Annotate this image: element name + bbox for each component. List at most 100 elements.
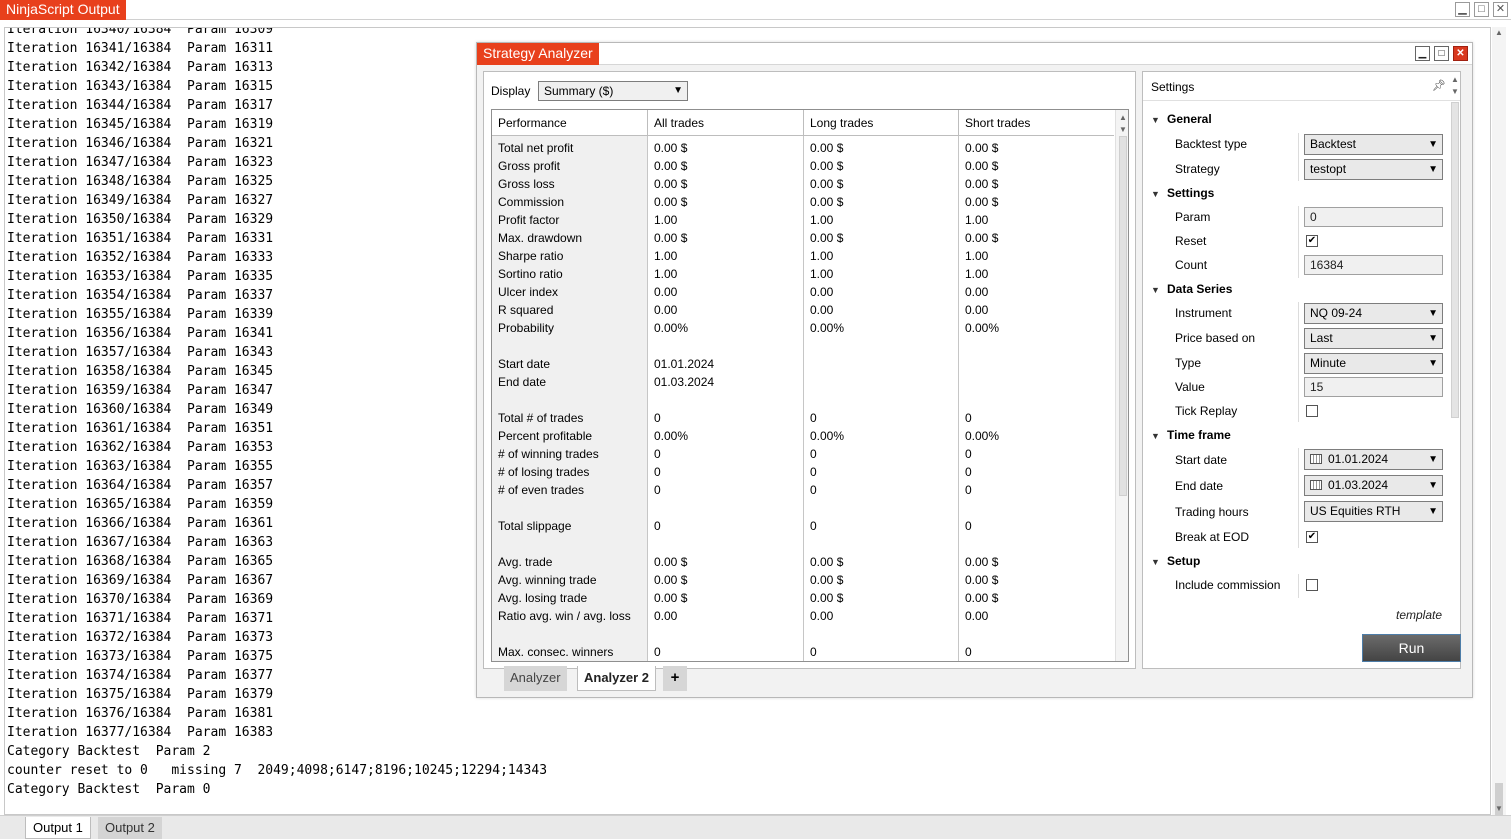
sa-minimize-button[interactable]: ▁ xyxy=(1415,46,1430,61)
long-trades-value: 0.00 xyxy=(810,285,834,299)
section-setup-label: Setup xyxy=(1167,554,1201,568)
section-data-series[interactable]: ▼ Data Series xyxy=(1151,279,1232,299)
property-divider xyxy=(1298,206,1299,278)
table-row[interactable]: Avg. winning trade 0.00 $ 0.00 $ 0.00 $ xyxy=(492,571,1114,589)
table-row[interactable]: R squared 0.00 0.00 0.00 xyxy=(492,301,1114,319)
scroll-up-icon[interactable]: ▲ xyxy=(1492,27,1506,39)
performance-scroll-thumb[interactable] xyxy=(1119,136,1127,496)
strategy-analyzer-titlebar[interactable]: Strategy Analyzer ▁ □ ✕ xyxy=(477,43,1472,65)
instrument-label: Instrument xyxy=(1175,306,1232,320)
section-time-frame[interactable]: ▼ Time frame xyxy=(1151,425,1231,445)
output-scrollbar[interactable]: ▲ ▼ xyxy=(1492,27,1506,819)
main-titlebar[interactable]: NinjaScript Output ▁ □ ✕ xyxy=(0,0,1511,20)
scroll-down-icon[interactable]: ▼ xyxy=(1492,803,1506,815)
pin-icon[interactable]: 📌︎ xyxy=(1432,79,1446,92)
settings-scrollbar[interactable]: ▲ ▼ xyxy=(1448,72,1462,627)
column-header-performance[interactable]: Performance xyxy=(492,110,648,136)
table-row[interactable] xyxy=(492,337,1114,355)
table-row[interactable]: Ulcer index 0.00 0.00 0.00 xyxy=(492,283,1114,301)
scroll-up-icon[interactable]: ▲ xyxy=(1448,74,1462,86)
table-row[interactable] xyxy=(492,625,1114,643)
display-select-value: Summary ($) xyxy=(544,84,614,98)
row-label: Sharpe ratio xyxy=(498,249,564,263)
table-row[interactable]: Commission 0.00 $ 0.00 $ 0.00 $ xyxy=(492,193,1114,211)
table-row[interactable]: Gross profit 0.00 $ 0.00 $ 0.00 $ xyxy=(492,157,1114,175)
backtest-type-select[interactable]: Backtest ▼ xyxy=(1304,134,1443,155)
count-input[interactable]: 16384 xyxy=(1304,255,1443,275)
performance-table: Performance All trades Long trades Short… xyxy=(491,109,1129,662)
table-row[interactable]: Ratio avg. win / avg. loss 0.00 0.00 0.00 xyxy=(492,607,1114,625)
minimize-button[interactable]: ▁ xyxy=(1455,2,1470,17)
output-line: Iteration 16376/16384 Param 16381 xyxy=(7,706,274,721)
close-button[interactable]: ✕ xyxy=(1493,2,1508,17)
trading-hours-select[interactable]: US Equities RTH ▼ xyxy=(1304,501,1443,522)
reset-checkbox[interactable]: ✔ xyxy=(1306,235,1318,247)
table-row[interactable] xyxy=(492,535,1114,553)
table-row[interactable]: Avg. trade 0.00 $ 0.00 $ 0.00 $ xyxy=(492,553,1114,571)
collapse-triangle-icon: ▼ xyxy=(1151,557,1160,567)
column-header-all-trades[interactable]: All trades xyxy=(648,110,804,136)
table-row[interactable]: Probability 0.00% 0.00% 0.00% xyxy=(492,319,1114,337)
section-setup[interactable]: ▼ Setup xyxy=(1151,551,1200,571)
type-select[interactable]: Minute ▼ xyxy=(1304,353,1443,374)
tick-replay-checkbox[interactable] xyxy=(1306,405,1318,417)
short-trades-value: 0.00% xyxy=(965,321,1000,335)
scroll-down-icon[interactable]: ▼ xyxy=(1448,86,1462,98)
table-row[interactable]: # of losing trades 0 0 0 xyxy=(492,463,1114,481)
table-row[interactable]: Start date 01.01.2024 xyxy=(492,355,1114,373)
table-row[interactable]: Sharpe ratio 1.00 1.00 1.00 xyxy=(492,247,1114,265)
column-header-long-trades[interactable]: Long trades xyxy=(804,110,959,136)
table-row[interactable]: Total slippage 0 0 0 xyxy=(492,517,1114,535)
maximize-button[interactable]: □ xyxy=(1474,2,1489,17)
table-row[interactable]: # of even trades 0 0 0 xyxy=(492,481,1114,499)
section-general[interactable]: ▼ General xyxy=(1151,109,1212,129)
display-select[interactable]: Summary ($) ▼ xyxy=(538,81,688,101)
strategy-select[interactable]: testopt ▼ xyxy=(1304,159,1443,180)
table-row[interactable]: Total # of trades 0 0 0 xyxy=(492,409,1114,427)
table-row[interactable]: Max. drawdown 0.00 $ 0.00 $ 0.00 $ xyxy=(492,229,1114,247)
instrument-select[interactable]: NQ 09-24 ▼ xyxy=(1304,303,1443,324)
table-row[interactable]: Sortino ratio 1.00 1.00 1.00 xyxy=(492,265,1114,283)
table-row[interactable]: Avg. losing trade 0.00 $ 0.00 $ 0.00 $ xyxy=(492,589,1114,607)
end-date-picker[interactable]: 01.03.2024 ▼ xyxy=(1304,475,1443,496)
table-row[interactable]: Gross loss 0.00 $ 0.00 $ 0.00 $ xyxy=(492,175,1114,193)
table-row[interactable] xyxy=(492,499,1114,517)
sa-maximize-button[interactable]: □ xyxy=(1434,46,1449,61)
scroll-up-icon[interactable]: ▲ xyxy=(1116,112,1128,124)
table-row[interactable]: Max. consec. winners 0 0 0 xyxy=(492,643,1114,661)
table-row[interactable]: Total net profit 0.00 $ 0.00 $ 0.00 $ xyxy=(492,139,1114,157)
sa-close-button[interactable]: ✕ xyxy=(1453,46,1468,61)
table-row[interactable]: End date 01.03.2024 xyxy=(492,373,1114,391)
add-tab-button[interactable]: + xyxy=(663,666,687,691)
param-input[interactable]: 0 xyxy=(1304,207,1443,227)
table-row[interactable]: # of winning trades 0 0 0 xyxy=(492,445,1114,463)
tab-output-1[interactable]: Output 1 xyxy=(25,817,91,839)
all-trades-value: 0 xyxy=(654,465,661,479)
long-trades-value: 0.00 $ xyxy=(810,591,844,605)
template-link[interactable]: template xyxy=(1396,608,1442,622)
strategy-analyzer-window: Strategy Analyzer ▁ □ ✕ Display Summary … xyxy=(476,42,1473,698)
settings-scroll-thumb[interactable] xyxy=(1451,102,1459,418)
column-header-short-trades[interactable]: Short trades xyxy=(959,110,1114,136)
collapse-triangle-icon: ▼ xyxy=(1151,431,1160,441)
scroll-down-icon[interactable]: ▼ xyxy=(1116,124,1128,136)
run-button[interactable]: Run xyxy=(1362,634,1461,662)
section-settings[interactable]: ▼ Settings xyxy=(1151,183,1214,203)
row-label: Max. consec. winners xyxy=(498,645,614,659)
price-based-on-select[interactable]: Last ▼ xyxy=(1304,328,1443,349)
break-at-eod-checkbox[interactable]: ✔ xyxy=(1306,531,1318,543)
start-date-picker[interactable]: 01.01.2024 ▼ xyxy=(1304,449,1443,470)
row-label: End date xyxy=(498,375,547,389)
include-commission-checkbox[interactable] xyxy=(1306,579,1318,591)
chevron-down-icon: ▼ xyxy=(1428,139,1438,150)
tab-output-2[interactable]: Output 2 xyxy=(98,817,162,839)
performance-scrollbar[interactable]: ▲ ▼ xyxy=(1115,110,1128,661)
property-divider xyxy=(1298,448,1299,548)
table-row[interactable]: Profit factor 1.00 1.00 1.00 xyxy=(492,211,1114,229)
tab-analyzer[interactable]: Analyzer xyxy=(504,666,567,691)
property-divider xyxy=(1298,574,1299,598)
table-row[interactable] xyxy=(492,391,1114,409)
value-input[interactable]: 15 xyxy=(1304,377,1443,397)
table-row[interactable]: Percent profitable 0.00% 0.00% 0.00% xyxy=(492,427,1114,445)
tab-analyzer-2[interactable]: Analyzer 2 xyxy=(577,666,657,691)
